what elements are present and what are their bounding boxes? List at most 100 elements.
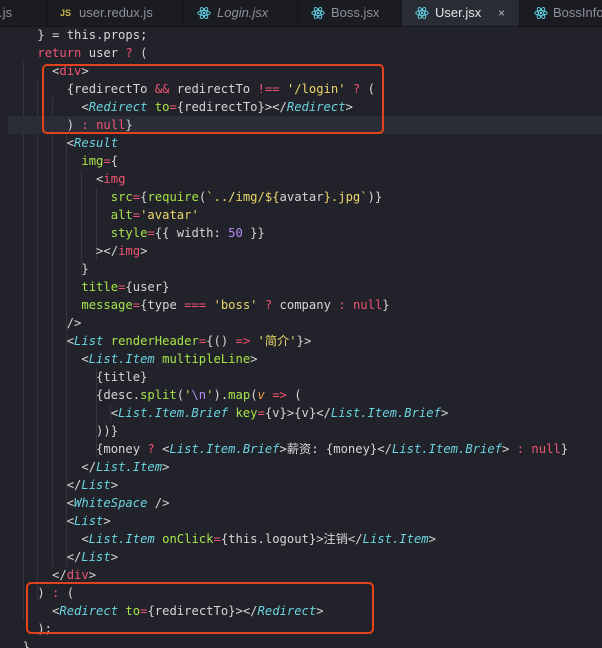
- code-token: }: [8, 262, 89, 276]
- code-token: (: [250, 388, 258, 402]
- code-token: </: [8, 550, 82, 564]
- tab-label: BossInfo: [553, 5, 602, 20]
- code-token: null: [531, 442, 561, 456]
- code-line: <WhiteSpace />: [8, 494, 170, 512]
- code-token: List.Item: [96, 460, 163, 474]
- code-line: img={: [8, 152, 118, 170]
- code-token: key: [235, 406, 258, 420]
- code-token: user: [81, 46, 126, 60]
- code-token: >: [162, 460, 170, 474]
- code-token: (: [132, 46, 148, 60]
- code-line: <Result: [8, 134, 118, 152]
- code-token: 'boss': [213, 298, 258, 312]
- code-line: {desc.split('\n').map(v => (: [8, 386, 302, 404]
- code-token: :: [338, 298, 346, 312]
- code-line: src={require(`../img/${avatar}.jpg`)}: [8, 188, 383, 206]
- code-token: =>: [235, 334, 251, 348]
- code-line: ))}: [8, 422, 118, 440]
- code-token: List.Item: [362, 532, 429, 546]
- code-token: ?: [125, 46, 133, 60]
- code-token: </: [8, 568, 67, 582]
- code-token: (: [286, 388, 302, 402]
- code-line: <List renderHeader={() => '简介'}>: [8, 332, 312, 350]
- code-token: message: [81, 298, 133, 312]
- code-token: ).: [213, 388, 229, 402]
- close-icon[interactable]: ×: [498, 0, 505, 26]
- code-token: split: [140, 388, 177, 402]
- code-token: onClick: [162, 532, 214, 546]
- code-line: <List>: [8, 512, 111, 530]
- react-icon: [415, 7, 429, 19]
- code-line: alt='avatar': [8, 206, 199, 224]
- code-token: =: [257, 406, 265, 420]
- tab-prev-js[interactable]: .js: [0, 0, 48, 26]
- code-line: }: [8, 638, 30, 648]
- code-line: } = this.props;: [8, 26, 147, 44]
- code-token: >: [110, 550, 119, 564]
- code-line: <img: [8, 170, 125, 188]
- code-line: </List>: [8, 548, 118, 566]
- code-token: />: [147, 496, 170, 510]
- code-token: >: [88, 568, 97, 582]
- code-token: <: [8, 172, 104, 186]
- tab-user-jsx[interactable]: User.jsx ×: [402, 0, 520, 26]
- js-icon: JS: [60, 8, 72, 18]
- code-token: alt: [110, 208, 133, 222]
- code-token: ===: [184, 298, 207, 312]
- code-token: }.jpg`: [323, 190, 368, 204]
- code-token: >: [110, 478, 119, 492]
- code-line: <List.Item onClick={this.logout}>注销</Lis…: [8, 530, 436, 548]
- code-editor[interactable]: } = this.props; return user ? ( <div> {r…: [0, 26, 602, 648]
- code-token: >: [502, 442, 517, 456]
- code-token: 'avatar': [140, 208, 199, 222]
- tab-user-redux-js[interactable]: JS user.redux.js: [48, 0, 184, 26]
- code-token: =: [213, 532, 221, 546]
- code-token: =: [147, 226, 155, 240]
- code-token: {user}: [125, 280, 170, 294]
- code-token: List: [74, 514, 104, 528]
- tab-label: user.redux.js: [79, 5, 153, 20]
- code-token: `../img/${: [206, 190, 280, 204]
- tab-label: Login.jsx: [217, 5, 269, 20]
- code-token: ></: [8, 244, 119, 258]
- code-line: {title}: [8, 368, 147, 386]
- code-token: {title}: [8, 370, 148, 384]
- code-token: multipleLine: [162, 352, 251, 366]
- tab-login-jsx[interactable]: Login.jsx: [184, 0, 298, 26]
- code-token: <: [8, 514, 75, 528]
- code-token: img: [81, 154, 104, 168]
- code-token: require: [147, 190, 199, 204]
- code-line: }: [8, 260, 89, 278]
- code-token: }}: [242, 226, 265, 240]
- code-token: >: [103, 514, 111, 528]
- code-token: =: [132, 208, 141, 222]
- code-line: style={{ width: 50 }}: [8, 224, 265, 242]
- code-token: =: [103, 154, 111, 168]
- code-line: <List.Item multipleLine>: [8, 350, 257, 368]
- code-token: company: [272, 298, 339, 312]
- code-token: div: [66, 568, 89, 582]
- code-token: <: [8, 406, 119, 420]
- react-icon: [197, 7, 211, 19]
- code-token: ))}: [8, 424, 119, 438]
- code-token: {(): [206, 334, 236, 348]
- code-line: </List>: [8, 476, 118, 494]
- code-token: {money: [8, 442, 148, 456]
- code-token: null: [352, 298, 383, 312]
- code-token: style: [110, 226, 148, 240]
- code-token: return: [37, 46, 82, 60]
- code-token: }: [382, 298, 390, 312]
- code-token: >薪资: {money}</: [279, 442, 392, 456]
- code-line: return user ? (: [8, 44, 147, 62]
- code-token: }: [8, 640, 31, 648]
- code-token: {v}>{v}</: [264, 406, 331, 420]
- tab-bossinfo[interactable]: BossInfo: [520, 0, 602, 26]
- tab-boss-jsx[interactable]: Boss.jsx: [298, 0, 402, 26]
- code-token: </: [8, 460, 97, 474]
- code-token: renderHeader: [110, 334, 199, 348]
